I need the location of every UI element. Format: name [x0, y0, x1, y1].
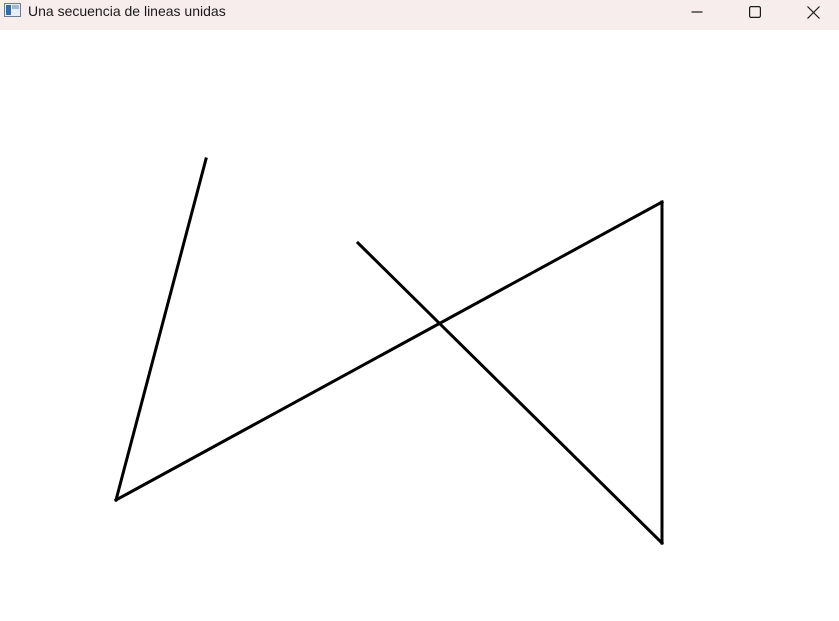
maximize-button[interactable] [726, 0, 784, 24]
line-segment-4 [355, 240, 665, 546]
close-button[interactable] [784, 0, 839, 24]
title-bar[interactable]: Una secuencia de lineas unidas [0, 0, 839, 30]
window-title: Una secuencia de lineas unidas [28, 3, 226, 19]
maximize-icon [749, 6, 761, 18]
line-segment-1 [114, 157, 208, 502]
minimize-icon [691, 6, 703, 18]
drawing-canvas [0, 30, 839, 621]
close-icon [806, 5, 820, 19]
app-window: Una secuencia de lineas unidas [0, 0, 839, 621]
minimize-button[interactable] [668, 0, 726, 24]
app-window-icon [4, 3, 21, 17]
line-segment-2 [113, 199, 665, 503]
drawing-surface [113, 157, 665, 546]
